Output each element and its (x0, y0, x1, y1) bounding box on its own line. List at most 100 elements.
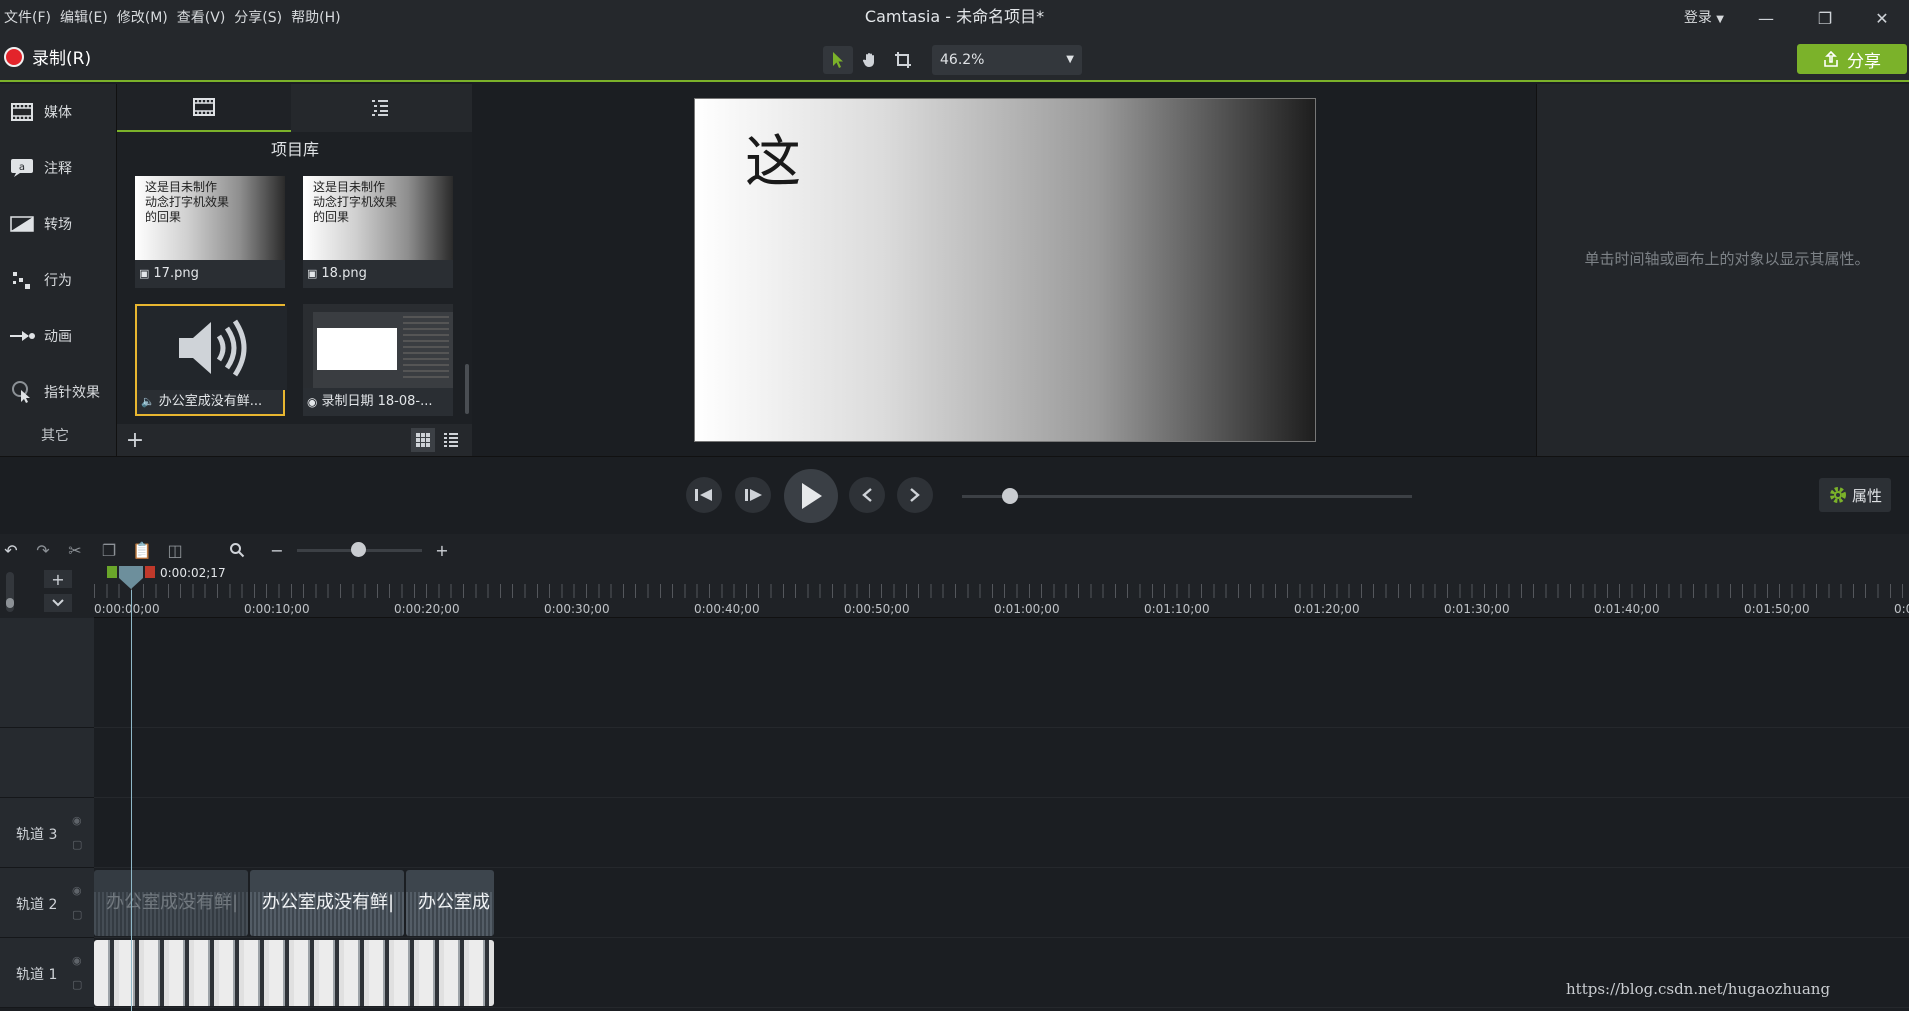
tab-media-bin[interactable] (117, 84, 291, 132)
plus-icon: + (51, 569, 65, 589)
menu-file[interactable]: 文件(F) (4, 0, 60, 36)
tool-other[interactable]: 其它 (0, 425, 110, 445)
tool-annotations[interactable]: a 注释 (0, 140, 116, 196)
pan-tool[interactable] (855, 46, 885, 74)
library-title: 项目库 (117, 132, 473, 168)
lock-icon[interactable]: ▢ (72, 838, 82, 851)
record-icon (4, 46, 24, 67)
restore-button[interactable]: ❐ (1803, 0, 1847, 36)
speaker-icon: 🔈 (141, 395, 155, 408)
track-name: 轨道 1 (16, 967, 58, 983)
media-item-recording[interactable]: ◉ 录制日期 18-08-... (303, 304, 453, 416)
tool-cursor-effects[interactable]: 指针效果 (0, 364, 116, 420)
zoom-out-button[interactable]: − (266, 540, 288, 560)
selection-start-marker[interactable] (107, 566, 117, 578)
login-dropdown[interactable]: 登录 ▼ (1684, 0, 1724, 38)
track-lane-empty[interactable] (94, 618, 1909, 728)
timeline-zoom-handle[interactable] (351, 542, 366, 557)
lock-icon[interactable]: ▢ (72, 908, 82, 921)
audio-clip[interactable]: 办公室成没有鲜| (94, 870, 248, 936)
close-button[interactable]: ✕ (1860, 0, 1904, 36)
zoom-value: 46.2% (940, 52, 985, 68)
cut-button[interactable]: ✂ (64, 540, 86, 560)
step-back-button[interactable] (686, 477, 722, 513)
menu-share[interactable]: 分享(S) (234, 0, 291, 36)
redo-button[interactable]: ↷ (32, 540, 54, 560)
track-height-slider[interactable] (6, 572, 14, 612)
track-header-empty (0, 728, 94, 798)
media-scrollbar[interactable] (465, 364, 469, 414)
eye-icon[interactable]: ◉ (72, 954, 82, 967)
menu-modify[interactable]: 修改(M) (117, 0, 177, 36)
menu-edit[interactable]: 编辑(E) (60, 0, 117, 36)
share-button[interactable]: 分享 (1797, 44, 1907, 74)
grid-view-button[interactable] (411, 428, 435, 452)
properties-panel: 单击时间轴或画布上的对象以显示其属性。 (1536, 84, 1909, 456)
menu-help[interactable]: 帮助(H) (291, 0, 349, 36)
step-forward-button[interactable] (735, 477, 771, 513)
scrub-handle[interactable] (1002, 488, 1018, 504)
media-item-audio[interactable]: 🔈 办公室成没有鲜... (135, 304, 287, 416)
chevron-down-icon: ▼ (1066, 54, 1074, 65)
audio-clip[interactable]: 办公室成 (406, 870, 494, 936)
canvas-text[interactable]: 这 (745, 117, 801, 198)
chevron-down-icon: ▼ (1716, 14, 1724, 25)
thumbnail-canvas (317, 328, 397, 370)
timeline-zoom-button[interactable] (226, 540, 248, 560)
tool-media[interactable]: 媒体 (0, 84, 116, 140)
media-item-17[interactable]: 这是目未制作 动念打字机效果 的回果 ▣ 17.png (135, 176, 285, 288)
tool-transitions[interactable]: 转场 (0, 196, 116, 252)
next-marker-button[interactable] (897, 477, 933, 513)
add-track-button[interactable]: + (44, 569, 72, 589)
thumbnail-text-line: 的回果 (145, 210, 182, 224)
copy-button[interactable]: ❐ (98, 540, 120, 560)
gear-icon (1829, 487, 1846, 503)
play-button[interactable] (784, 469, 838, 523)
track-header-1[interactable]: 轨道 1 ◉ ▢ (0, 938, 94, 1008)
film-icon (193, 98, 215, 116)
eye-icon[interactable]: ◉ (72, 884, 82, 897)
properties-button[interactable]: 属性 (1819, 478, 1891, 512)
clip-label: 办公室成没有鲜| (262, 892, 395, 913)
crop-tool[interactable] (888, 46, 918, 74)
undo-icon: ↶ (4, 540, 18, 560)
scrub-track[interactable] (962, 495, 1412, 498)
paste-button[interactable]: 📋 (131, 540, 153, 560)
track-lane-empty[interactable] (94, 728, 1909, 798)
track-height-handle[interactable] (6, 598, 14, 608)
track-lane-2[interactable]: 办公室成没有鲜| 办公室成没有鲜| 办公室成 (94, 868, 1909, 938)
menu-view[interactable]: 查看(V) (177, 0, 235, 36)
record-button[interactable]: 录制(R) (4, 44, 91, 69)
split-icon: ◫ (167, 540, 183, 560)
image-clip-strip[interactable] (94, 940, 494, 1006)
add-media-button[interactable]: + (123, 428, 147, 453)
undo-button[interactable]: ↶ (0, 540, 22, 560)
track-header-3[interactable]: 轨道 3 ◉ ▢ (0, 798, 94, 868)
select-tool[interactable] (823, 46, 853, 74)
tool-animations[interactable]: 动画 (0, 308, 116, 364)
eye-icon[interactable]: ◉ (72, 814, 82, 827)
track-lane-3[interactable] (94, 798, 1909, 868)
list-icon (444, 433, 458, 447)
timeline-ruler[interactable]: 0:00:02;17 0:00:00;00 0:00:10;00 0:00:20… (94, 566, 1909, 618)
minimize-button[interactable]: — (1744, 0, 1788, 36)
track-header-2[interactable]: 轨道 2 ◉ ▢ (0, 868, 94, 938)
track-options-button[interactable] (44, 594, 72, 612)
previous-marker-button[interactable] (849, 477, 885, 513)
zoom-in-button[interactable]: + (431, 540, 453, 560)
audio-clip[interactable]: 办公室成没有鲜| (250, 870, 404, 936)
list-view-button[interactable] (439, 428, 463, 452)
playhead-handle[interactable] (118, 566, 144, 590)
split-button[interactable]: ◫ (164, 540, 186, 560)
tab-library[interactable] (293, 84, 467, 132)
ruler-tick-label: 0:01:00;00 (994, 602, 1060, 616)
search-icon (230, 543, 245, 558)
media-item-18[interactable]: 这是目未制作 动念打字机效果 的回果 ▣ 18.png (303, 176, 453, 288)
selection-end-marker[interactable] (145, 566, 155, 578)
lock-icon[interactable]: ▢ (72, 978, 82, 991)
thumbnail-text-line: 的回果 (313, 210, 350, 224)
menu-bar: 文件(F) 编辑(E) 修改(M) 查看(V) 分享(S) 帮助(H) (4, 0, 350, 36)
preview-canvas[interactable]: 这 (694, 98, 1316, 442)
canvas-zoom-select[interactable]: 46.2% ▼ (932, 45, 1082, 75)
tool-behaviors[interactable]: 行为 (0, 252, 116, 308)
